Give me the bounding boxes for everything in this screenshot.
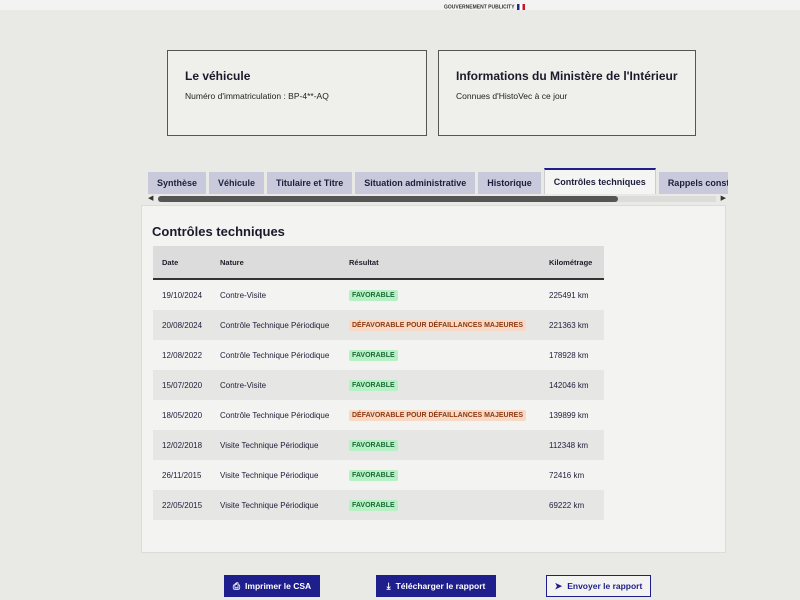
vehicle-registration: Numéro d'immatriculation : BP-4**-AQ	[185, 91, 329, 101]
ministry-card: Informations du Ministère de l'Intérieur…	[438, 50, 696, 136]
tab-bar: Synthèse Véhicule Titulaire et Titre Situat…	[148, 168, 728, 194]
flag-icon	[516, 4, 525, 10]
cell-nature: Contrôle Technique Périodique	[211, 400, 340, 430]
tab-synthese[interactable]: Synthèse	[148, 172, 207, 194]
tab-scrollbar[interactable]: ◀ ▶	[148, 194, 726, 204]
inspections-table: Date Nature Résultat Kilométrage 19/10/2…	[153, 246, 604, 520]
cell-resultat: FAVORABLE	[340, 370, 540, 400]
cell-nature: Contrôle Technique Périodique	[211, 340, 340, 370]
technical-inspections-panel: Contrôles techniques Date Nature Résulta…	[141, 205, 726, 553]
status-badge: FAVORABLE	[349, 289, 398, 301]
table-row: 20/08/2024 Contrôle Technique Périodique…	[153, 310, 604, 340]
cell-resultat: DÉFAVORABLE POUR DÉFAILLANCES MAJEURES	[340, 400, 540, 430]
table-row: 18/05/2020 Contrôle Technique Périodique…	[153, 400, 604, 430]
cell-km: 142046 km	[540, 370, 604, 400]
column-header-nature: Nature	[211, 246, 340, 280]
cell-nature: Visite Technique Périodique	[211, 460, 340, 490]
column-header-resultat: Résultat	[340, 246, 540, 280]
status-badge: FAVORABLE	[349, 379, 398, 391]
status-badge: FAVORABLE	[349, 349, 398, 361]
table-header-row: Date Nature Résultat Kilométrage	[153, 246, 604, 280]
print-csa-label: Imprimer le CSA	[245, 581, 312, 591]
cell-date: 12/08/2022	[153, 340, 211, 370]
tab-rappels-constructeur[interactable]: Rappels constructeur	[658, 172, 728, 194]
cell-resultat: FAVORABLE	[340, 340, 540, 370]
table-row: 22/05/2015 Visite Technique Périodique F…	[153, 490, 604, 520]
status-badge: FAVORABLE	[349, 439, 398, 451]
logo-text: GOUVERNEMENT PUBLICITY	[444, 4, 515, 11]
send-report-button[interactable]: ➤ Envoyer le rapport	[546, 575, 651, 597]
table-row: 12/02/2018 Visite Technique Périodique F…	[153, 430, 604, 460]
cell-nature: Contre-Visite	[211, 279, 340, 310]
tab-situation-administrative[interactable]: Situation administrative	[355, 172, 476, 194]
cell-km: 112348 km	[540, 430, 604, 460]
cell-km: 139899 km	[540, 400, 604, 430]
panel-title: Contrôles techniques	[152, 224, 285, 239]
cell-date: 15/07/2020	[153, 370, 211, 400]
tab-vehicule[interactable]: Véhicule	[209, 172, 265, 194]
table-row: 12/08/2022 Contrôle Technique Périodique…	[153, 340, 604, 370]
cell-resultat: FAVORABLE	[340, 460, 540, 490]
cell-resultat: FAVORABLE	[340, 490, 540, 520]
cell-km: 69222 km	[540, 490, 604, 520]
print-csa-button[interactable]: ⎙ Imprimer le CSA	[224, 575, 320, 597]
cell-date: 22/05/2015	[153, 490, 211, 520]
vehicle-card-title: Le véhicule	[185, 69, 251, 83]
send-icon: ➤	[554, 581, 563, 591]
cell-km: 72416 km	[540, 460, 604, 490]
printer-icon: ⎙	[232, 581, 241, 591]
scroll-left-icon[interactable]: ◀	[148, 194, 153, 204]
scroll-track[interactable]	[158, 196, 716, 202]
status-badge: DÉFAVORABLE POUR DÉFAILLANCES MAJEURES	[349, 319, 526, 331]
download-report-button[interactable]: ⤓ Télécharger le rapport	[376, 575, 496, 597]
tab-controles-techniques[interactable]: Contrôles techniques	[543, 168, 656, 194]
cell-date: 19/10/2024	[153, 279, 211, 310]
status-badge: DÉFAVORABLE POUR DÉFAILLANCES MAJEURES	[349, 409, 526, 421]
cell-km: 225491 km	[540, 279, 604, 310]
cell-nature: Visite Technique Périodique	[211, 490, 340, 520]
cell-km: 178928 km	[540, 340, 604, 370]
status-badge: FAVORABLE	[349, 469, 398, 481]
vehicle-card: Le véhicule Numéro d'immatriculation : B…	[167, 50, 427, 136]
scroll-thumb[interactable]	[158, 196, 618, 202]
cell-nature: Contre-Visite	[211, 370, 340, 400]
send-report-label: Envoyer le rapport	[567, 581, 643, 591]
government-logo: GOUVERNEMENT PUBLICITY	[444, 4, 525, 10]
download-icon: ⤓	[386, 581, 391, 591]
cell-date: 12/02/2018	[153, 430, 211, 460]
cell-nature: Contrôle Technique Périodique	[211, 310, 340, 340]
top-bar	[0, 0, 800, 10]
scroll-right-icon[interactable]: ▶	[721, 194, 726, 204]
column-header-date: Date	[153, 246, 211, 280]
status-badge: FAVORABLE	[349, 499, 398, 511]
cell-resultat: FAVORABLE	[340, 430, 540, 460]
cell-nature: Visite Technique Périodique	[211, 430, 340, 460]
cell-date: 26/11/2015	[153, 460, 211, 490]
table-row: 15/07/2020 Contre-Visite FAVORABLE 14204…	[153, 370, 604, 400]
tab-historique[interactable]: Historique	[478, 172, 541, 194]
cell-resultat: DÉFAVORABLE POUR DÉFAILLANCES MAJEURES	[340, 310, 540, 340]
download-report-label: Télécharger le rapport	[395, 581, 486, 591]
cell-resultat: FAVORABLE	[340, 279, 540, 310]
table-row: 19/10/2024 Contre-Visite FAVORABLE 22549…	[153, 279, 604, 310]
table-row: 26/11/2015 Visite Technique Périodique F…	[153, 460, 604, 490]
ministry-card-title: Informations du Ministère de l'Intérieur	[456, 69, 678, 83]
cell-date: 18/05/2020	[153, 400, 211, 430]
tab-titulaire[interactable]: Titulaire et Titre	[267, 172, 353, 194]
cell-date: 20/08/2024	[153, 310, 211, 340]
ministry-card-subtitle: Connues d'HistoVec à ce jour	[456, 91, 568, 101]
cell-km: 221363 km	[540, 310, 604, 340]
column-header-kilometrage: Kilométrage	[540, 246, 604, 280]
